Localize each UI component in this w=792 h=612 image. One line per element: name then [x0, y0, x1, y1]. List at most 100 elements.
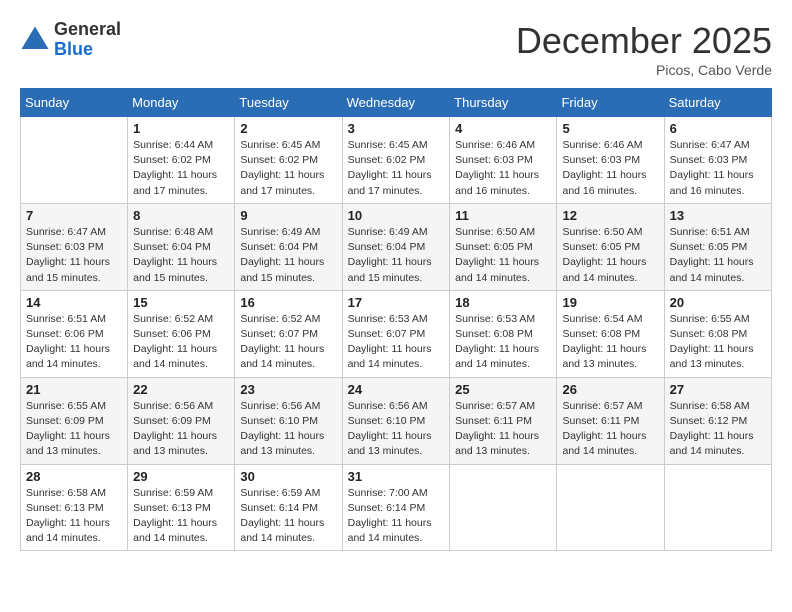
calendar-week-row: 14 Sunrise: 6:51 AM Sunset: 6:06 PM Dayli… — [21, 290, 772, 377]
day-number: 30 — [240, 469, 336, 484]
calendar-header-monday: Monday — [128, 89, 235, 117]
day-number: 23 — [240, 382, 336, 397]
month-title: December 2025 — [516, 20, 772, 62]
day-info: Sunrise: 6:47 AM Sunset: 6:03 PM Dayligh… — [670, 138, 766, 199]
day-info: Sunrise: 6:45 AM Sunset: 6:02 PM Dayligh… — [240, 138, 336, 199]
day-number: 18 — [455, 295, 551, 310]
day-number: 28 — [26, 469, 122, 484]
logo-text: General Blue — [54, 20, 121, 60]
calendar-cell: 22 Sunrise: 6:56 AM Sunset: 6:09 PM Dayli… — [128, 377, 235, 464]
calendar-cell: 27 Sunrise: 6:58 AM Sunset: 6:12 PM Dayli… — [664, 377, 771, 464]
day-info: Sunrise: 6:48 AM Sunset: 6:04 PM Dayligh… — [133, 225, 229, 286]
calendar-cell: 20Sunrise: 6:55 AM Sunset: 6:08 PM Dayli… — [664, 290, 771, 377]
day-info: Sunrise: 6:58 AM Sunset: 6:13 PM Dayligh… — [26, 486, 122, 547]
calendar-cell: 11 Sunrise: 6:50 AM Sunset: 6:05 PM Dayli… — [450, 203, 557, 290]
day-number: 10 — [348, 208, 445, 223]
day-info: Sunrise: 7:00 AM Sunset: 6:14 PM Dayligh… — [348, 486, 445, 547]
calendar-cell: 25Sunrise: 6:57 AM Sunset: 6:11 PM Dayli… — [450, 377, 557, 464]
day-info: Sunrise: 6:46 AM Sunset: 6:03 PM Dayligh… — [562, 138, 658, 199]
day-info: Sunrise: 6:56 AM Sunset: 6:09 PM Dayligh… — [133, 399, 229, 460]
calendar-cell: 26 Sunrise: 6:57 AM Sunset: 6:11 PM Dayli… — [557, 377, 664, 464]
day-number: 3 — [348, 121, 445, 136]
calendar-cell: 12 Sunrise: 6:50 AM Sunset: 6:05 PM Dayli… — [557, 203, 664, 290]
calendar-week-row: 7 Sunrise: 6:47 AM Sunset: 6:03 PM Daylig… — [21, 203, 772, 290]
calendar-cell: 23 Sunrise: 6:56 AM Sunset: 6:10 PM Dayli… — [235, 377, 342, 464]
calendar-header-row: SundayMondayTuesdayWednesdayThursdayFrid… — [21, 89, 772, 117]
calendar-cell: 7 Sunrise: 6:47 AM Sunset: 6:03 PM Daylig… — [21, 203, 128, 290]
calendar-cell: 18 Sunrise: 6:53 AM Sunset: 6:08 PM Dayli… — [450, 290, 557, 377]
day-number: 6 — [670, 121, 766, 136]
title-section: December 2025 Picos, Cabo Verde — [516, 20, 772, 78]
day-info: Sunrise: 6:52 AM Sunset: 6:07 PM Dayligh… — [240, 312, 336, 373]
calendar-cell: 3 Sunrise: 6:45 AM Sunset: 6:02 PM Daylig… — [342, 117, 450, 204]
calendar-header-friday: Friday — [557, 89, 664, 117]
day-number: 8 — [133, 208, 229, 223]
logo-icon — [20, 25, 50, 55]
day-number: 29 — [133, 469, 229, 484]
day-number: 13 — [670, 208, 766, 223]
day-number: 31 — [348, 469, 445, 484]
day-info: Sunrise: 6:49 AM Sunset: 6:04 PM Dayligh… — [240, 225, 336, 286]
calendar-header-wednesday: Wednesday — [342, 89, 450, 117]
day-number: 9 — [240, 208, 336, 223]
day-number: 1 — [133, 121, 229, 136]
day-number: 19 — [562, 295, 658, 310]
location-subtitle: Picos, Cabo Verde — [516, 62, 772, 78]
calendar-week-row: 21Sunrise: 6:55 AM Sunset: 6:09 PM Dayli… — [21, 377, 772, 464]
calendar-cell: 29 Sunrise: 6:59 AM Sunset: 6:13 PM Dayli… — [128, 464, 235, 551]
day-info: Sunrise: 6:59 AM Sunset: 6:14 PM Dayligh… — [240, 486, 336, 547]
day-number: 11 — [455, 208, 551, 223]
day-number: 5 — [562, 121, 658, 136]
day-number: 16 — [240, 295, 336, 310]
calendar-cell: 2 Sunrise: 6:45 AM Sunset: 6:02 PM Daylig… — [235, 117, 342, 204]
calendar-header-tuesday: Tuesday — [235, 89, 342, 117]
logo: General Blue — [20, 20, 121, 60]
day-info: Sunrise: 6:51 AM Sunset: 6:06 PM Dayligh… — [26, 312, 122, 373]
day-info: Sunrise: 6:44 AM Sunset: 6:02 PM Dayligh… — [133, 138, 229, 199]
calendar-cell: 9 Sunrise: 6:49 AM Sunset: 6:04 PM Daylig… — [235, 203, 342, 290]
day-info: Sunrise: 6:59 AM Sunset: 6:13 PM Dayligh… — [133, 486, 229, 547]
calendar-cell: 13Sunrise: 6:51 AM Sunset: 6:05 PM Dayli… — [664, 203, 771, 290]
day-info: Sunrise: 6:45 AM Sunset: 6:02 PM Dayligh… — [348, 138, 445, 199]
calendar-cell: 14 Sunrise: 6:51 AM Sunset: 6:06 PM Dayli… — [21, 290, 128, 377]
calendar-header-sunday: Sunday — [21, 89, 128, 117]
day-number: 25 — [455, 382, 551, 397]
calendar-header-saturday: Saturday — [664, 89, 771, 117]
day-number: 21 — [26, 382, 122, 397]
day-number: 7 — [26, 208, 122, 223]
day-number: 24 — [348, 382, 445, 397]
header: General Blue December 2025 Picos, Cabo V… — [20, 20, 772, 78]
day-info: Sunrise: 6:58 AM Sunset: 6:12 PM Dayligh… — [670, 399, 766, 460]
day-info: Sunrise: 6:50 AM Sunset: 6:05 PM Dayligh… — [455, 225, 551, 286]
day-number: 26 — [562, 382, 658, 397]
day-info: Sunrise: 6:53 AM Sunset: 6:07 PM Dayligh… — [348, 312, 445, 373]
day-number: 22 — [133, 382, 229, 397]
day-info: Sunrise: 6:56 AM Sunset: 6:10 PM Dayligh… — [348, 399, 445, 460]
calendar-cell: 31 Sunrise: 7:00 AM Sunset: 6:14 PM Dayli… — [342, 464, 450, 551]
day-info: Sunrise: 6:46 AM Sunset: 6:03 PM Dayligh… — [455, 138, 551, 199]
day-number: 2 — [240, 121, 336, 136]
calendar-cell: 6 Sunrise: 6:47 AM Sunset: 6:03 PM Daylig… — [664, 117, 771, 204]
day-number: 12 — [562, 208, 658, 223]
day-info: Sunrise: 6:55 AM Sunset: 6:08 PM Dayligh… — [670, 312, 766, 373]
day-number: 4 — [455, 121, 551, 136]
calendar-cell: 4 Sunrise: 6:46 AM Sunset: 6:03 PM Daylig… — [450, 117, 557, 204]
day-number: 15 — [133, 295, 229, 310]
calendar-cell — [557, 464, 664, 551]
calendar-week-row: 28 Sunrise: 6:58 AM Sunset: 6:13 PM Dayli… — [21, 464, 772, 551]
day-info: Sunrise: 6:47 AM Sunset: 6:03 PM Dayligh… — [26, 225, 122, 286]
day-info: Sunrise: 6:57 AM Sunset: 6:11 PM Dayligh… — [562, 399, 658, 460]
day-number: 27 — [670, 382, 766, 397]
calendar-cell: 30 Sunrise: 6:59 AM Sunset: 6:14 PM Dayli… — [235, 464, 342, 551]
calendar-cell: 1 Sunrise: 6:44 AM Sunset: 6:02 PM Daylig… — [128, 117, 235, 204]
day-info: Sunrise: 6:50 AM Sunset: 6:05 PM Dayligh… — [562, 225, 658, 286]
calendar-cell — [450, 464, 557, 551]
day-info: Sunrise: 6:56 AM Sunset: 6:10 PM Dayligh… — [240, 399, 336, 460]
calendar-cell: 19Sunrise: 6:54 AM Sunset: 6:08 PM Dayli… — [557, 290, 664, 377]
calendar-cell: 28 Sunrise: 6:58 AM Sunset: 6:13 PM Dayli… — [21, 464, 128, 551]
day-info: Sunrise: 6:53 AM Sunset: 6:08 PM Dayligh… — [455, 312, 551, 373]
calendar-cell: 15Sunrise: 6:52 AM Sunset: 6:06 PM Dayli… — [128, 290, 235, 377]
calendar-cell — [664, 464, 771, 551]
logo-blue-text: Blue — [54, 40, 121, 60]
day-number: 14 — [26, 295, 122, 310]
